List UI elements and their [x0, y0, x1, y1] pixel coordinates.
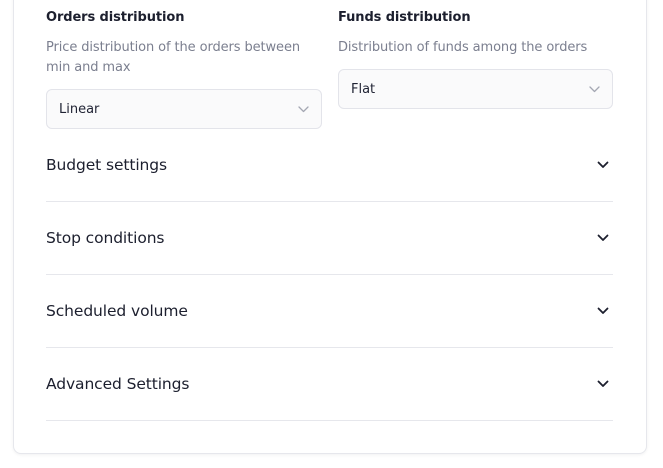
section-stop-conditions[interactable]: Stop conditions [46, 202, 613, 275]
orders-distribution-select[interactable]: Linear [46, 89, 322, 129]
orders-distribution-description: Price distribution of the orders between… [46, 40, 300, 75]
chevron-down-icon [588, 83, 600, 95]
chevron-down-icon [595, 376, 611, 392]
section-label: Scheduled volume [46, 302, 188, 320]
funds-distribution-value: Flat [351, 81, 376, 97]
funds-distribution-description: Distribution of funds among the orders [338, 40, 588, 55]
chevron-down-icon [297, 103, 309, 115]
section-label: Stop conditions [46, 229, 165, 247]
funds-distribution-select[interactable]: Flat [338, 69, 613, 109]
chevron-down-icon [595, 230, 611, 246]
section-scheduled-volume[interactable]: Scheduled volume [46, 275, 613, 348]
orders-distribution-title: Orders distribution [46, 10, 185, 25]
chevron-down-icon [595, 303, 611, 319]
funds-distribution-title: Funds distribution [338, 10, 471, 25]
orders-distribution-value: Linear [59, 101, 100, 117]
section-budget-settings[interactable]: Budget settings [46, 129, 613, 202]
section-advanced-settings[interactable]: Advanced Settings [46, 348, 613, 421]
section-label: Advanced Settings [46, 375, 190, 393]
chevron-down-icon [595, 157, 611, 173]
funds-distribution-field: Funds distribution Distribution of funds… [338, 10, 613, 58]
orders-distribution-field: Orders distribution Price distribution o… [46, 10, 322, 78]
section-label: Budget settings [46, 156, 167, 174]
